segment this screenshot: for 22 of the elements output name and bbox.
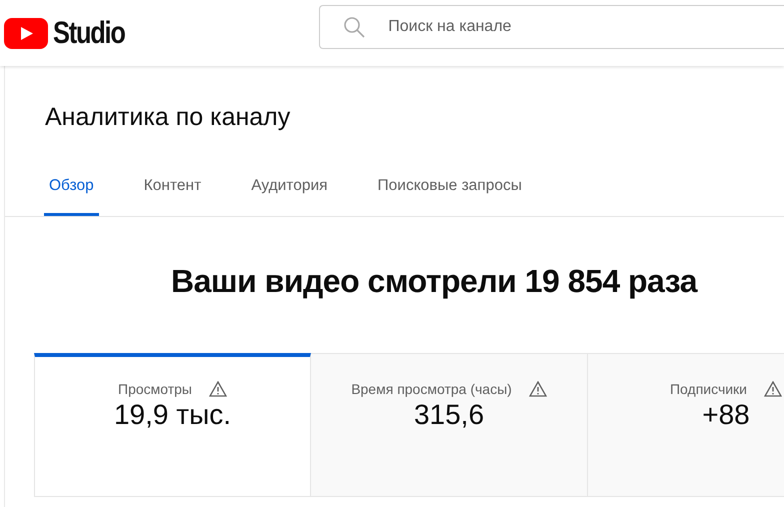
search-field[interactable]: Поиск на канале [319, 5, 784, 49]
tab[interactable]: Контент [138, 177, 206, 216]
play-logo-icon [4, 18, 48, 48]
metric-value: 19,9 тыс. [114, 399, 231, 431]
headline: Ваши видео смотрели 19 854 раза [170, 262, 699, 301]
metric-card[interactable]: Подписчики +88 [588, 353, 784, 497]
tab[interactable]: Поисковые запросы [372, 177, 527, 216]
warning-icon [528, 381, 547, 397]
metric-value: +88 [702, 399, 750, 431]
metric-card[interactable]: Время просмотра (часы) 315,6 [311, 353, 588, 497]
metric-label: Время просмотра (часы) [351, 381, 512, 397]
metric-label: Подписчики [670, 381, 747, 397]
warning-icon [764, 381, 782, 397]
tab[interactable]: Аудитория [246, 177, 333, 216]
metric-value: 315,6 [414, 399, 484, 431]
page-title: Аналитика по каналу [44, 102, 292, 133]
metric-label: Просмотры [118, 381, 192, 397]
search-icon [342, 15, 366, 39]
metric-card[interactable]: Просмотры 19,9 тыс. [34, 353, 311, 497]
tab[interactable]: Обзор [44, 177, 99, 216]
logo-text: Studio [53, 15, 125, 51]
warning-icon [209, 381, 227, 397]
